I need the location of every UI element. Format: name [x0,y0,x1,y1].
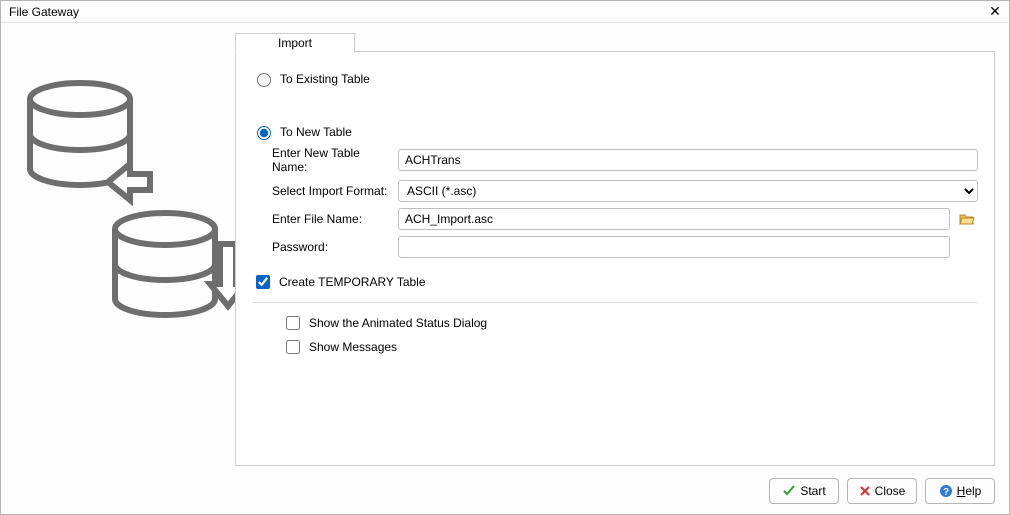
tab-import[interactable]: Import [235,33,355,53]
help-label: Help [957,484,982,498]
help-button[interactable]: ? Help [925,478,995,504]
start-label: Start [800,484,825,498]
label-table-name: Enter New Table Name: [252,146,392,174]
x-icon [859,485,871,497]
input-file-name[interactable] [398,208,950,230]
svg-text:?: ? [943,487,949,498]
checkbox-temporary-table[interactable] [256,275,270,289]
checkbox-temporary-table-row[interactable]: Create TEMPORARY Table [252,272,978,292]
radio-existing-label: To Existing Table [280,72,370,86]
input-password[interactable] [398,236,950,258]
input-table-name[interactable] [398,149,978,171]
db-arrows-icon [15,79,235,339]
radio-new-table[interactable]: To New Table [252,123,978,140]
close-icon[interactable]: ✕ [987,3,1003,20]
check-icon [782,484,796,498]
close-label: Close [875,484,906,498]
checkbox-show-messages-row[interactable]: Show Messages [282,337,978,357]
label-show-messages: Show Messages [309,340,397,354]
window-title: File Gateway [9,5,79,19]
content-area: Import To Existing Table To New Table En… [1,23,1009,472]
label-temporary-table: Create TEMPORARY Table [279,275,426,289]
tab-label: Import [278,36,312,50]
import-panel: Import To Existing Table To New Table En… [235,33,995,466]
help-icon: ? [939,484,953,498]
row-password: Password: [252,236,978,258]
titlebar: File Gateway ✕ [1,1,1009,23]
radio-new-input[interactable] [257,126,271,140]
radio-existing-table[interactable]: To Existing Table [252,70,978,87]
label-file-name: Enter File Name: [252,212,392,226]
row-file-name: Enter File Name: [252,208,978,230]
label-import-format: Select Import Format: [252,184,392,198]
radio-existing-input[interactable] [257,73,271,87]
start-button[interactable]: Start [769,478,839,504]
row-import-format: Select Import Format: ASCII (*.asc) [252,180,978,202]
checkbox-show-messages[interactable] [286,340,300,354]
row-table-name: Enter New Table Name: [252,146,978,174]
checkbox-animated-status[interactable] [286,316,300,330]
label-password: Password: [252,240,392,254]
close-button[interactable]: Close [847,478,917,504]
file-gateway-window: File Gateway ✕ [0,0,1010,515]
radio-new-label: To New Table [280,125,352,139]
divider [252,302,978,303]
folder-open-icon [959,212,975,226]
label-animated-status: Show the Animated Status Dialog [309,316,487,330]
database-transfer-illustration [15,33,235,466]
browse-file-button[interactable] [956,209,978,229]
tab-frame: To Existing Table To New Table Enter New… [235,51,995,466]
footer-buttons: Start Close ? Help [1,472,1009,514]
checkbox-animated-status-row[interactable]: Show the Animated Status Dialog [282,313,978,333]
select-import-format[interactable]: ASCII (*.asc) [398,180,978,202]
